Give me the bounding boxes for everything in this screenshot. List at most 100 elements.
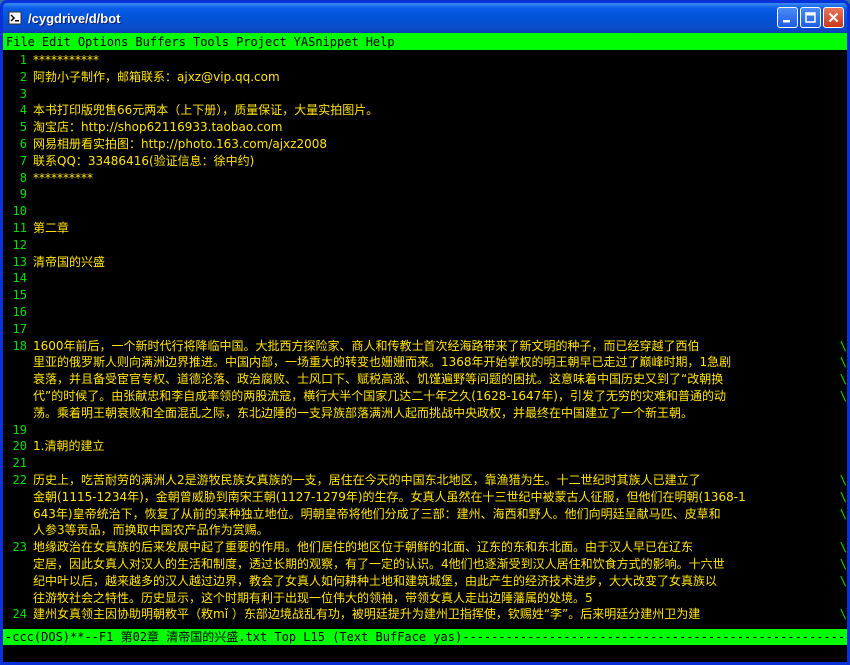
line-number: 4 [19,103,27,118]
window-title: /cygdrive/d/bot [28,10,121,26]
line-number: 20 [12,439,27,454]
editor-line[interactable]: 24 建州女真领主因协助明朝敉平（敉mǐ ）东部边境战乱有功，被明廷提升为建州卫… [3,606,847,623]
maximize-icon [805,12,816,23]
line-wrap-indicator: \ [839,506,847,521]
minibuffer[interactable] [3,645,847,662]
line-number: 9 [19,187,27,202]
line-number: 18 [12,338,27,353]
editor-line[interactable]: 15 [3,287,847,304]
menu-item-project[interactable]: Project [236,35,287,49]
editor-line[interactable]: 23 地缘政治在女真族的后来发展中起了重要的作用。他们居住的地区位于朝鲜的北面、… [3,539,847,556]
line-number: 2 [19,69,27,84]
line-number: 12 [12,237,27,252]
line-number: 24 [12,607,27,622]
maximize-button[interactable] [800,7,821,28]
editor-line[interactable]: 5 淘宝店：http://shop62116933.taobao.com [3,119,847,136]
editor-line[interactable]: 12 [3,237,847,254]
line-text: 网易相册看实拍图：http://photo.163.com/ajxz2008 [33,137,327,151]
editor-line[interactable]: 里亚的俄罗斯人则向满洲边界推进。中国内部，一场重大的转变也姗姗而来。1368年开… [3,354,847,371]
line-text: 荡。乘着明王朝衰败和全面混乱之际，东北边陲的一支异族部落满洲人起而挑战中央政权，… [33,405,694,420]
editor-line[interactable]: 纪中叶以后，越来越多的汉人越过边界，教会了女真人如何耕种土地和建筑城堡，由此产生… [3,573,847,590]
line-number: 15 [12,288,27,303]
line-text: 衰落，并且备受宦官专权、道德沦落、政治腐败、士风口下、赋税高涨、饥馑遍野等问题的… [33,372,724,387]
editor-line[interactable]: 21 [3,455,847,472]
line-wrap-indicator: \ [839,338,847,353]
line-text: *********** [33,53,99,67]
editor-line[interactable]: 8 ********** [3,170,847,187]
line-text: 阿勃小子制作，邮箱联系：ajxz@vip.qq.com [33,69,280,84]
line-text: 历史上，吃苦耐劳的满洲人2是游牧民族女真族的一支，居住在今天的中国东北地区，靠渔… [33,473,701,487]
cygwin-terminal-icon[interactable] [8,11,22,25]
line-number: 19 [12,422,27,437]
editor-line[interactable]: 荡。乘着明王朝衰败和全面混乱之际，东北边陲的一支异族部落满洲人起而挑战中央政权，… [3,405,847,422]
editor-line[interactable]: 14 [3,270,847,287]
line-text: 1.清朝的建立 [33,439,105,454]
menu-item-yasnippet[interactable]: YASnippet [294,35,359,49]
line-wrap-indicator: \ [839,607,847,622]
line-text: 建州女真领主因协助明朝敉平（敉mǐ ）东部边境战乱有功，被明廷提升为建州卫指挥使… [33,607,701,622]
line-number: 11 [12,221,27,235]
menu-item-options[interactable]: Options [78,35,129,49]
line-number: 7 [19,153,27,168]
line-wrap-indicator: \ [839,355,847,370]
editor-line[interactable]: 643年)皇帝统治下，恢复了从前的某种独立地位。明朝皇帝将他们分成了三部：建州、… [3,506,847,523]
close-button[interactable] [823,7,844,28]
line-number: 14 [12,271,27,286]
minimize-icon [783,20,790,23]
title-bar[interactable]: /cygdrive/d/bot [3,3,847,33]
editor-line[interactable]: 定居，因此女真人对汉人的生活和制度，透过长期的观察，有了一定的认识。4他们也逐渐… [3,556,847,573]
menu-item-buffers[interactable]: Buffers [135,35,186,49]
line-number: 6 [19,137,27,151]
editor-line[interactable]: 2 阿勃小子制作，邮箱联系：ajxz@vip.qq.com [3,69,847,86]
editor-line[interactable]: 7 联系QQ：33486416(验证信息：徐中约) [3,153,847,170]
editor-line[interactable]: 4 本书打印版兜售66元两本（上下册），质量保证，大量实拍图片。 [3,102,847,119]
line-text: 代”的时候了。由张献忠和李自成率领的两股流寇，横行大半个国家几达二十年之久(16… [33,389,726,403]
line-number: 1 [19,53,27,67]
line-number: 17 [12,321,27,336]
editor-line[interactable]: 11 第二章 [3,220,847,237]
line-text: 本书打印版兜售66元两本（上下册），质量保证，大量实拍图片。 [33,103,379,118]
line-number: 16 [12,305,27,319]
line-wrap-indicator: \ [839,372,847,387]
editor-line[interactable]: 往游牧社会之特性。历史显示，这个时期有利于出现一位伟大的领袖，带领女真人走出边陲… [3,590,847,607]
editor-line[interactable]: 衰落，并且备受宦官专权、道德沦落、政治腐败、士风口下、赋税高涨、饥馑遍野等问题的… [3,371,847,388]
editor-line[interactable]: 代”的时候了。由张献忠和李自成率领的两股流寇，横行大半个国家几达二十年之久(16… [3,388,847,405]
editor-buffer[interactable]: 1 *********** 2 阿勃小子制作，邮箱联系：ajxz@vip.qq.com… [3,50,847,629]
editor-line[interactable]: 人参3等贡品，而换取中国农产品作为赏赐。 [3,522,847,539]
editor-line[interactable]: 10 [3,203,847,220]
editor-line[interactable]: 19 [3,422,847,439]
menu-item-help[interactable]: Help [366,35,395,49]
editor-line[interactable]: 17 [3,321,847,338]
editor-line[interactable]: 6 网易相册看实拍图：http://photo.163.com/ajxz2008 [3,136,847,153]
editor-line[interactable]: 3 [3,86,847,103]
menu-item-edit[interactable]: Edit [42,35,71,49]
editor-line[interactable]: 金朝(1115-1234年)，金朝曾威胁到南宋王朝(1127-1279年)的生存… [3,489,847,506]
editor-line[interactable]: 18 1600年前后，一个新时代行将降临中国。大批西方探险家、商人和传教士首次经… [3,338,847,355]
editor-line[interactable]: 13 清帝国的兴盛 [3,254,847,271]
line-text: 往游牧社会之特性。历史显示，这个时期有利于出现一位伟大的领袖，带领女真人走出边陲… [33,590,593,605]
line-number: 8 [19,170,27,185]
menu-item-tools[interactable]: Tools [193,35,229,49]
editor-line[interactable]: 20 1.清朝的建立 [3,438,847,455]
editor-line[interactable]: 16 [3,304,847,321]
editor-line[interactable]: 1 *********** [3,52,847,69]
line-text: 人参3等贡品，而换取中国农产品作为赏赐。 [33,523,269,538]
menu-item-file[interactable]: File [6,35,35,49]
line-text: 金朝(1115-1234年)，金朝曾威胁到南宋王朝(1127-1279年)的生存… [33,489,746,504]
line-text: 里亚的俄罗斯人则向满洲边界推进。中国内部，一场重大的转变也姗姗而来。1368年开… [33,355,732,370]
editor-line[interactable]: 22 历史上，吃苦耐劳的满洲人2是游牧民族女真族的一支，居住在今天的中国东北地区… [3,472,847,489]
line-text: 第二章 [33,221,70,235]
line-wrap-indicator: \ [839,557,847,571]
editor-line[interactable]: 9 [3,186,847,203]
line-wrap-indicator: \ [839,573,847,588]
menu-bar: File Edit Options Buffers Tools Project YASnip… [3,33,847,50]
line-text: 定居，因此女真人对汉人的生活和制度，透过长期的观察，有了一定的认识。4他们也逐渐… [33,557,725,571]
line-text: 地缘政治在女真族的后来发展中起了重要的作用。他们居住的地区位于朝鲜的北面、辽东的… [33,540,694,555]
line-text: 清帝国的兴盛 [33,254,106,269]
line-number: 22 [12,473,27,487]
mode-line: -ccc(DOS)**--F1 第02章 清帝国的兴盛.txt Top L15 … [3,629,847,645]
minimize-button[interactable] [777,7,798,28]
line-number: 10 [12,204,27,219]
line-text: ********** [33,170,93,185]
line-text: 联系QQ：33486416(验证信息：徐中约) [33,153,255,168]
